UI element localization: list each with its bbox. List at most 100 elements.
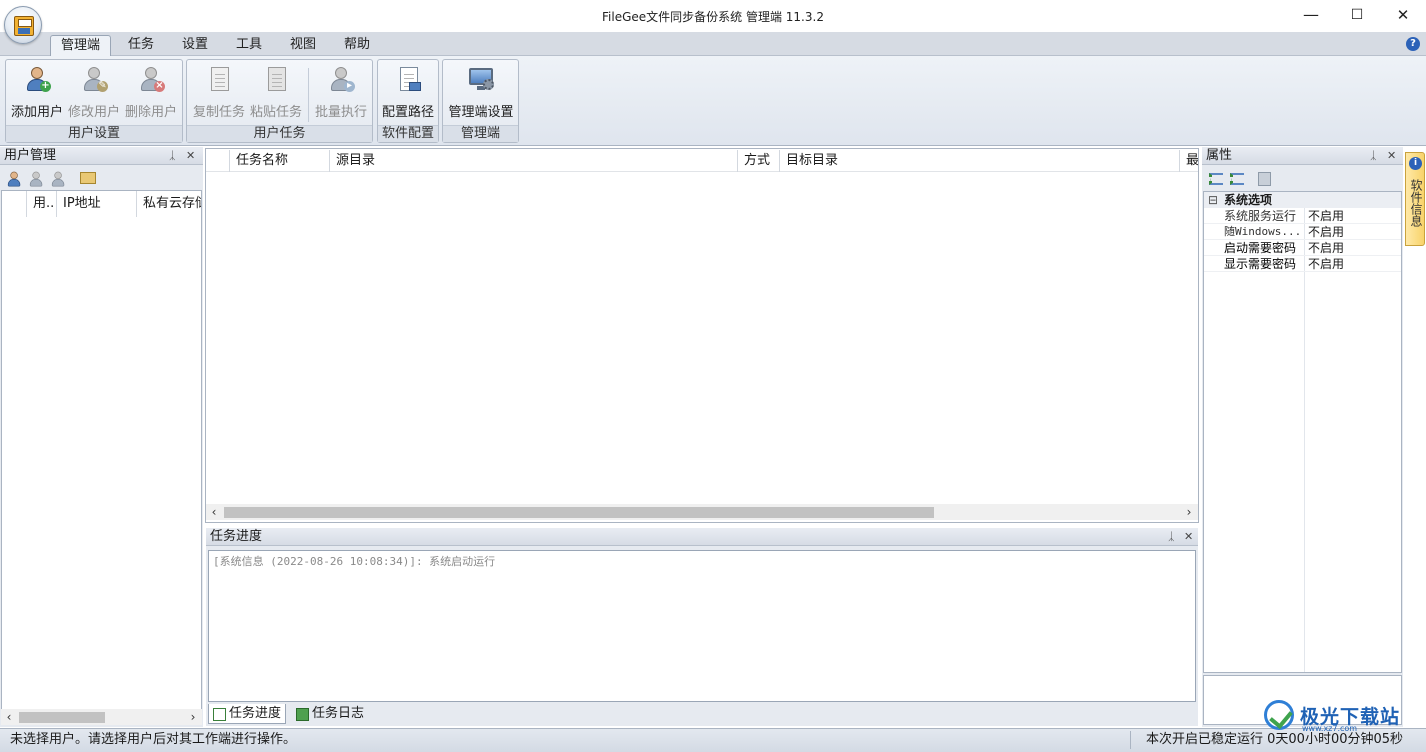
close-panel-icon[interactable]: ✕ xyxy=(186,147,195,164)
property-row[interactable]: 随Windows... 不启用 xyxy=(1204,224,1401,240)
tab-view[interactable]: 视图 xyxy=(280,35,326,56)
ribbon-tab-bar: 管理端 任务 设置 工具 视图 帮助 ? xyxy=(0,32,1426,56)
pin-icon[interactable]: ᛣ xyxy=(1370,147,1377,164)
mode-column-header[interactable]: 方式 xyxy=(738,150,780,172)
watermark-subtext: www.xz7.com xyxy=(1302,724,1358,733)
delete-user-icon: × xyxy=(138,66,165,94)
scroll-left-icon[interactable]: ‹ xyxy=(1,709,17,725)
property-name: 启动需要密码 xyxy=(1224,241,1297,255)
property-value[interactable]: 不启用 xyxy=(1308,208,1400,224)
user-management-header: 用户管理 ᛣ ✕ xyxy=(0,147,203,165)
floppy-disk-icon xyxy=(14,16,34,36)
group-label-user-tasks: 用户任务 xyxy=(187,125,372,142)
progress-icon xyxy=(213,708,226,721)
category-label: 系统选项 xyxy=(1224,193,1273,207)
property-name: 显示需要密码 xyxy=(1224,257,1297,271)
side-tab-label: 软件信息 xyxy=(1409,179,1423,227)
category-row[interactable]: ⊟ 系统选项 xyxy=(1204,192,1401,208)
status-message: 未选择用户。请选择用户后对其工作端进行操作。 xyxy=(10,732,297,747)
pin-icon[interactable]: ᛣ xyxy=(1168,528,1175,545)
delete-user-icon[interactable] xyxy=(50,171,66,187)
scroll-thumb[interactable] xyxy=(224,507,934,518)
property-value[interactable]: 不启用 xyxy=(1308,256,1400,272)
user-column-header[interactable]: 用.. xyxy=(27,191,57,217)
add-user-label: 添加用户 xyxy=(10,105,63,120)
tab-admin[interactable]: 管理端 xyxy=(50,35,112,56)
tab-tools[interactable]: 工具 xyxy=(226,35,272,56)
close-button[interactable]: ✕ xyxy=(1380,0,1426,32)
user-list-indicator-column xyxy=(2,191,27,217)
user-list[interactable]: 用.. IP地址 私有云存储 xyxy=(1,190,202,710)
task-name-column-header[interactable]: 任务名称 xyxy=(230,150,330,172)
scroll-right-icon[interactable]: › xyxy=(185,709,201,725)
task-indicator-column xyxy=(206,150,230,172)
title-bar: FileGee文件同步备份系统 管理端 11.3.2 — ☐ ✕ xyxy=(0,0,1426,32)
pin-icon[interactable]: ᛣ xyxy=(169,147,176,164)
copy-task-button[interactable]: 复制任务 xyxy=(191,64,247,120)
app-menu-button[interactable] xyxy=(4,6,42,44)
property-grid[interactable]: ⊟ 系统选项 系统服务运行 不启用 随Windows... 不启用 启动需要密码… xyxy=(1203,191,1402,673)
status-bar: 未选择用户。请选择用户后对其工作端进行操作。 本次开启已稳定运行 0天00小时0… xyxy=(0,728,1426,752)
maximize-button[interactable]: ☐ xyxy=(1334,0,1380,32)
folder-icon[interactable] xyxy=(80,172,96,184)
delete-user-button[interactable]: × 删除用户 xyxy=(123,64,179,120)
property-row[interactable]: 启动需要密码 不启用 xyxy=(1204,240,1401,256)
help-icon[interactable]: ? xyxy=(1406,37,1420,51)
scroll-left-icon[interactable]: ‹ xyxy=(206,504,222,520)
close-panel-icon[interactable]: ✕ xyxy=(1184,528,1193,545)
paste-task-button[interactable]: 粘贴任务 xyxy=(248,64,304,120)
alphabetical-icon[interactable] xyxy=(1230,173,1244,185)
task-list-hscrollbar[interactable]: ‹ › xyxy=(206,504,1198,520)
minimize-button[interactable]: — xyxy=(1288,0,1334,32)
property-row[interactable]: 显示需要密码 不启用 xyxy=(1204,256,1401,272)
admin-settings-icon xyxy=(468,66,494,94)
group-label-software-config: 软件配置 xyxy=(378,125,438,142)
window-title: FileGee文件同步备份系统 管理端 11.3.2 xyxy=(602,10,824,24)
panel-title: 用户管理 xyxy=(4,148,57,163)
ribbon-separator xyxy=(308,68,309,122)
edit-user-button[interactable]: ✎ 修改用户 xyxy=(66,64,122,120)
batch-run-button[interactable]: ▸ 批量执行 xyxy=(312,64,370,120)
add-user-icon[interactable] xyxy=(6,171,22,187)
categorized-icon[interactable] xyxy=(1209,173,1223,185)
property-name: 系统服务运行 xyxy=(1224,209,1297,223)
status-divider xyxy=(1130,731,1131,749)
save-icon[interactable] xyxy=(1258,172,1271,186)
tab-settings[interactable]: 设置 xyxy=(172,35,218,56)
target-dir-column-header[interactable]: 目标目录 xyxy=(780,150,1180,172)
tab-task[interactable]: 任务 xyxy=(118,35,164,56)
admin-settings-label: 管理端设置 xyxy=(448,105,514,120)
config-path-button[interactable]: 配置路径 xyxy=(380,64,436,120)
close-panel-icon[interactable]: ✕ xyxy=(1387,147,1396,164)
task-list[interactable] xyxy=(205,148,1199,523)
copy-task-icon xyxy=(206,66,232,94)
user-list-hscrollbar[interactable]: ‹ › xyxy=(1,709,202,725)
tab-task-progress[interactable]: 任务进度 xyxy=(208,704,287,724)
batch-run-icon: ▸ xyxy=(328,66,355,94)
tab-label: 任务进度 xyxy=(229,706,282,721)
scroll-right-icon[interactable]: › xyxy=(1181,504,1197,520)
task-progress-header: 任务进度 ᛣ ✕ xyxy=(206,528,1198,546)
panel-title: 属性 xyxy=(1206,148,1233,163)
tab-help[interactable]: 帮助 xyxy=(334,35,380,56)
source-dir-column-header[interactable]: 源目录 xyxy=(330,150,738,172)
last-column-header[interactable]: 最 xyxy=(1180,150,1198,172)
admin-settings-button[interactable]: 管理端设置 xyxy=(445,64,517,120)
task-progress-log[interactable]: [系统信息 (2022-08-26 10:08:34)]: 系统启动运行 xyxy=(208,550,1196,702)
property-value[interactable]: 不启用 xyxy=(1308,224,1400,240)
software-info-side-tab[interactable]: i 软件信息 xyxy=(1405,152,1425,246)
property-row[interactable]: 系统服务运行 不启用 xyxy=(1204,208,1401,224)
paste-task-icon xyxy=(263,66,289,94)
tab-task-log[interactable]: 任务日志 xyxy=(292,704,368,724)
ip-column-header[interactable]: IP地址 xyxy=(57,191,137,217)
delete-user-label: 删除用户 xyxy=(124,105,177,120)
scroll-thumb[interactable] xyxy=(19,712,105,723)
add-user-button[interactable]: + 添加用户 xyxy=(9,64,65,120)
property-value[interactable]: 不启用 xyxy=(1308,240,1400,256)
edit-user-icon[interactable] xyxy=(28,171,44,187)
uptime-text: 本次开启已稳定运行 0天00小时00分钟05秒 xyxy=(1146,732,1404,747)
collapse-icon[interactable]: ⊟ xyxy=(1208,192,1218,208)
panel-title: 任务进度 xyxy=(210,529,263,544)
paste-task-label: 粘贴任务 xyxy=(249,105,302,120)
private-cloud-column-header[interactable]: 私有云存储 xyxy=(137,191,201,217)
